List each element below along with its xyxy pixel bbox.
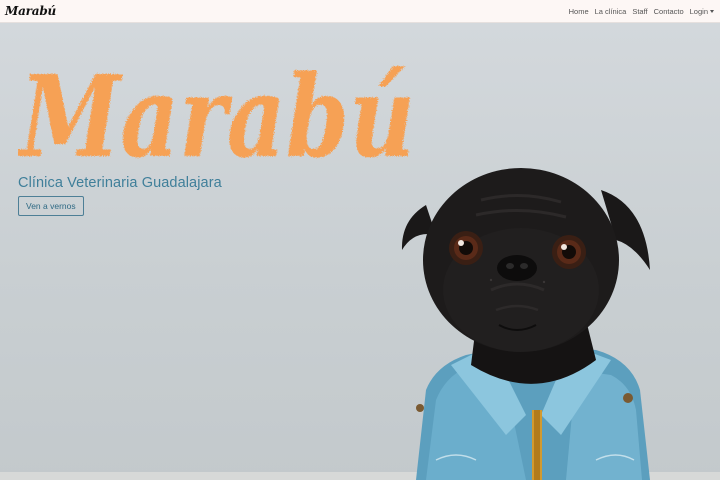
hero-logo: Marabú [18, 52, 415, 171]
navbar-brand[interactable]: Marabú [5, 4, 56, 18]
nav-link-contacto[interactable]: Contacto [654, 7, 684, 16]
hero-subtitle: Clínica Veterinaria Guadalajara [18, 175, 222, 191]
nav-links: Home La clínica Staff Contacto Login [569, 7, 714, 16]
navbar: Marabú Home La clínica Staff Contacto Lo… [0, 0, 720, 23]
login-label: Login [689, 6, 708, 16]
page: Marabú Home La clínica Staff Contacto Lo… [0, 0, 720, 480]
nav-link-home[interactable]: Home [569, 7, 589, 16]
nav-link-la-clinica[interactable]: La clínica [595, 7, 627, 16]
nav-link-staff[interactable]: Staff [632, 7, 647, 16]
login-dropdown[interactable]: Login [690, 7, 714, 16]
hero-logo-text: Marabú [18, 52, 415, 171]
pug-dog-image [401, 168, 650, 480]
caret-down-icon [710, 10, 714, 13]
ven-a-vernos-button[interactable]: Ven a vernos [18, 196, 84, 216]
